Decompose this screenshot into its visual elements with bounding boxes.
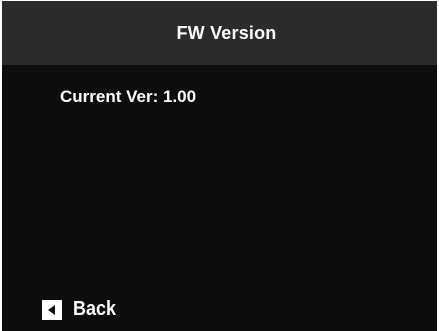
page-title: FW Version bbox=[176, 22, 277, 43]
back-label: Back bbox=[73, 298, 117, 320]
back-button[interactable]: Back bbox=[42, 298, 121, 321]
title-bar: FW Version bbox=[2, 1, 437, 65]
version-value: 1.00 bbox=[162, 87, 197, 106]
content-area: Current Ver: 1.00 Back bbox=[2, 65, 437, 331]
version-label: Current Ver: bbox=[60, 87, 159, 106]
current-version-row: Current Ver: 1.00 bbox=[60, 87, 196, 107]
device-screen: FW Version Current Ver: 1.00 Back bbox=[0, 0, 439, 331]
back-arrow-icon bbox=[42, 299, 62, 320]
